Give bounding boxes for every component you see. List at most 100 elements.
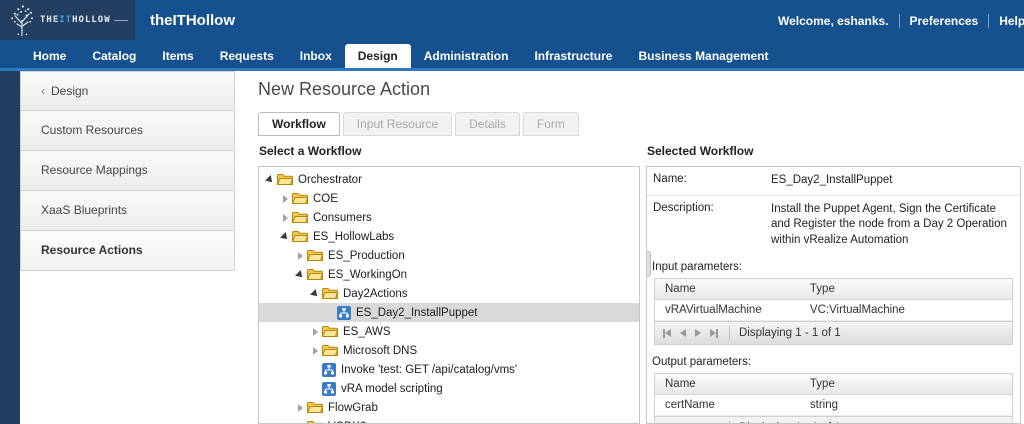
collapsed-arrow-icon[interactable] bbox=[278, 194, 292, 203]
sidebar-item-label: XaaS Blueprints bbox=[41, 203, 128, 217]
workflow-icon bbox=[322, 381, 336, 396]
sidebar-item-xaas-blueprints[interactable]: XaaS Blueprints bbox=[20, 191, 235, 231]
welcome-text: Welcome, eshanks. bbox=[778, 14, 889, 28]
pager-last-icon[interactable] bbox=[710, 328, 718, 338]
left-rail bbox=[0, 71, 20, 424]
nav-tab-design[interactable]: Design bbox=[344, 44, 411, 68]
nav-tab-catalog[interactable]: Catalog bbox=[79, 44, 149, 68]
tree-node-invoke-test-get-api-catalog-vms-[interactable]: Invoke 'test: GET /api/catalog/vms' bbox=[259, 360, 639, 379]
tree-node-coe[interactable]: COE bbox=[259, 189, 639, 208]
table-row[interactable]: certName string bbox=[655, 395, 1012, 417]
nav-tab-home[interactable]: Home bbox=[20, 44, 79, 68]
tree-node-es-hollowlabs[interactable]: ES_HollowLabs bbox=[259, 227, 639, 246]
back-chevron-icon: ‹ bbox=[41, 84, 45, 98]
nav-tab-administration[interactable]: Administration bbox=[411, 44, 522, 68]
folder-icon bbox=[322, 345, 338, 356]
sidebar-item-design[interactable]: ‹ Design bbox=[20, 71, 235, 111]
folder-icon bbox=[322, 288, 338, 299]
sidebar-item-resource-mappings[interactable]: Resource Mappings bbox=[20, 151, 235, 191]
parameters-table: Name Type vRAVirtualMachine VC:VirtualMachi… bbox=[654, 278, 1013, 346]
main-content: New Resource Action Workflow Input Resour… bbox=[255, 71, 1024, 424]
expanded-arrow-icon[interactable] bbox=[263, 174, 277, 185]
table-row[interactable]: vRAVirtualMachine VC:VirtualMachine bbox=[655, 300, 1012, 322]
tree-node-es-aws[interactable]: ES_AWS bbox=[259, 322, 639, 341]
tree-node-es-production[interactable]: ES_Production bbox=[259, 246, 639, 265]
logo-wordmark: THE IT HOLLOW bbox=[40, 15, 128, 25]
tree-node-label: ES_Day2_InstallPuppet bbox=[356, 306, 478, 319]
expanded-arrow-icon[interactable] bbox=[293, 269, 307, 280]
collapsed-arrow-icon[interactable] bbox=[293, 251, 307, 260]
tree-node-label: ES_Production bbox=[328, 249, 405, 262]
tree-node-vcdx2[interactable]: VCDX2 bbox=[259, 417, 639, 423]
app-title: theITHollow bbox=[150, 12, 235, 29]
folder-icon-wrap bbox=[307, 249, 323, 262]
design-sidebar: ‹ Design Custom Resources Resource Mappings… bbox=[20, 71, 235, 271]
tree-node-label: ES_WorkingOn bbox=[328, 268, 408, 281]
tab-workflow[interactable]: Workflow bbox=[258, 112, 340, 136]
sidebar-item-label: Design bbox=[51, 84, 89, 98]
parameters-table: Name Type certName string Displaying 1 - 1 o… bbox=[654, 373, 1013, 423]
workflow-tree-panel: Orchestrator COE Consumers ES_HollowLabs ES_… bbox=[258, 166, 640, 424]
pager-separator bbox=[729, 326, 730, 341]
column-header-name: Name bbox=[665, 378, 696, 391]
tree-node-es-workingon[interactable]: ES_WorkingOn bbox=[259, 265, 639, 284]
tree-node-consumers[interactable]: Consumers bbox=[259, 208, 639, 227]
tree-node-label: ES_AWS bbox=[343, 325, 391, 338]
tree-logo-icon bbox=[11, 5, 33, 37]
input-parameters-label: Input parameters: bbox=[652, 261, 743, 274]
workflow-name-value: ES_Day2_InstallPuppet bbox=[771, 174, 893, 186]
company-logo[interactable]: THE IT HOLLOW bbox=[0, 0, 135, 40]
header-link-help[interactable]: Help bbox=[999, 14, 1024, 28]
sidebar-item-resource-actions[interactable]: Resource Actions bbox=[20, 231, 235, 271]
tree-node-day2actions[interactable]: Day2Actions bbox=[259, 284, 639, 303]
sidebar-item-label: Custom Resources bbox=[41, 123, 144, 137]
pager-prev-icon[interactable] bbox=[680, 329, 686, 338]
pager-status-text: Displaying 1 - 1 of 1 bbox=[739, 327, 841, 340]
tree-node-label: Day2Actions bbox=[343, 287, 408, 300]
nav-tab-items[interactable]: Items bbox=[149, 44, 206, 68]
cell-type: VC:VirtualMachine bbox=[809, 304, 905, 317]
expanded-arrow-icon[interactable] bbox=[308, 288, 322, 299]
tree-node-label: ES_HollowLabs bbox=[313, 230, 395, 243]
workflow-description-value: Install the Puppet Agent, Sign the Certi… bbox=[771, 202, 1007, 246]
link-separator bbox=[988, 14, 990, 28]
link-separator bbox=[898, 14, 900, 28]
description-label: Description: bbox=[653, 201, 714, 214]
nav-tab-requests[interactable]: Requests bbox=[207, 44, 287, 68]
collapsed-arrow-icon[interactable] bbox=[308, 327, 322, 336]
tab-input-resource: Input Resource bbox=[342, 112, 453, 136]
folder-icon-wrap bbox=[322, 344, 338, 357]
panel-splitter-handle[interactable] bbox=[647, 251, 651, 277]
primary-nav: Home Catalog Items Requests Inbox Design Admin… bbox=[0, 42, 1024, 68]
cell-type: string bbox=[809, 399, 839, 412]
tree-node-vra-model-scripting[interactable]: vRA model scripting bbox=[259, 379, 639, 398]
collapsed-arrow-icon[interactable] bbox=[308, 346, 322, 355]
sidebar-item-label: Resource Mappings bbox=[41, 163, 148, 177]
folder-icon-wrap bbox=[307, 420, 323, 423]
tree-node-label: Consumers bbox=[313, 211, 372, 224]
pager-first-icon[interactable] bbox=[663, 328, 671, 338]
sidebar-item-custom-resources[interactable]: Custom Resources bbox=[20, 111, 235, 151]
tree-node-flowgrab[interactable]: FlowGrab bbox=[259, 398, 639, 417]
workflow-icon bbox=[322, 362, 336, 377]
header-link-preferences[interactable]: Preferences bbox=[910, 14, 979, 28]
nav-tab-infrastructure[interactable]: Infrastructure bbox=[521, 44, 625, 68]
tree-node-microsoft-dns[interactable]: Microsoft DNS bbox=[259, 341, 639, 360]
expanded-arrow-icon[interactable] bbox=[278, 231, 292, 242]
tree-node-orchestrator[interactable]: Orchestrator bbox=[259, 170, 639, 189]
workflow-tree: Orchestrator COE Consumers ES_HollowLabs ES_… bbox=[259, 167, 639, 423]
tree-node-es-day2-installpuppet[interactable]: ES_Day2_InstallPuppet bbox=[259, 303, 639, 322]
folder-icon-wrap bbox=[307, 268, 323, 281]
nav-tab-inbox[interactable]: Inbox bbox=[287, 44, 345, 68]
selected-workflow-heading: Selected Workflow bbox=[647, 144, 754, 158]
table-pager: Displaying 1 - 1 of 1 bbox=[655, 416, 1012, 423]
pager-next-icon[interactable] bbox=[695, 329, 701, 338]
collapsed-arrow-icon[interactable] bbox=[278, 213, 292, 222]
folder-icon-wrap bbox=[322, 325, 338, 338]
column-header-name: Name bbox=[665, 283, 696, 296]
collapsed-arrow-icon[interactable] bbox=[293, 403, 307, 412]
input-parameters-table: Name Type vRAVirtualMachine VC:VirtualMachi… bbox=[647, 278, 1020, 346]
top-header-bar: THE IT HOLLOW theITHollow Welcome, eshanks… bbox=[0, 0, 1024, 42]
selected-workflow-panel: Name: ES_Day2_InstallPuppet Description:… bbox=[646, 166, 1021, 424]
nav-tab-business-management[interactable]: Business Management bbox=[625, 44, 781, 68]
